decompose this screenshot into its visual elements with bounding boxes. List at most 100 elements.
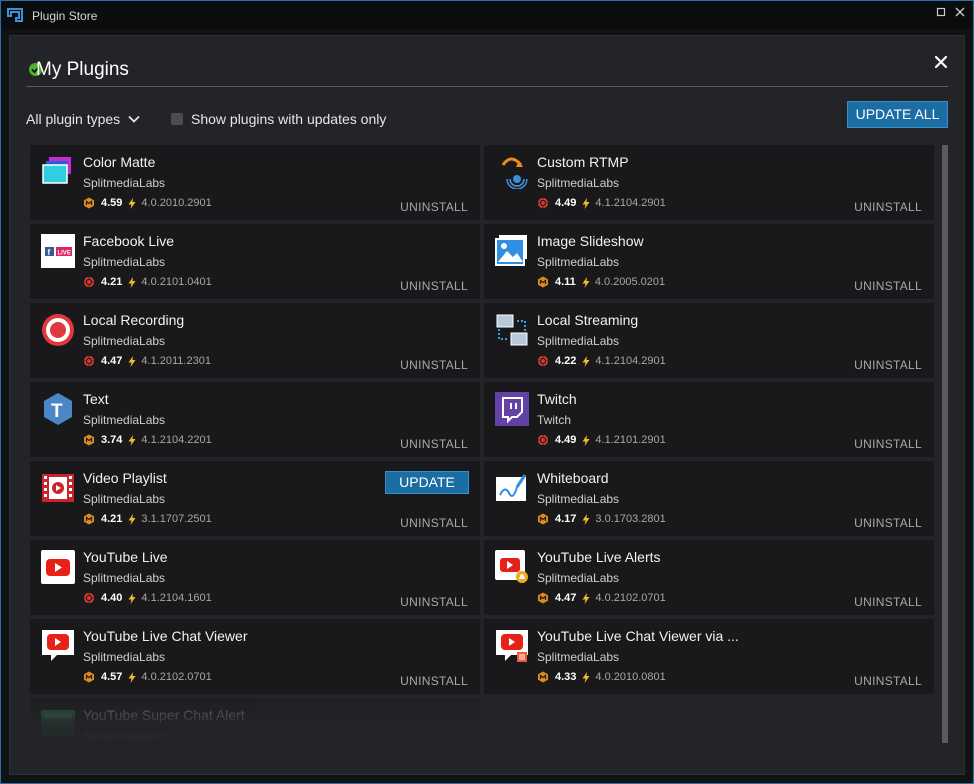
update-all-button[interactable]: UPDATE ALL	[847, 101, 948, 128]
window-title: Plugin Store	[32, 9, 98, 23]
updates-only-label[interactable]: Show plugins with updates only	[191, 111, 386, 127]
color-matte-icon	[41, 155, 75, 189]
plugin-name: Facebook Live	[83, 233, 175, 249]
plugin-version: 4.1.2104.2901	[595, 355, 666, 367]
plugin-card[interactable]: Local Recording SplitmediaLabs 4.47 4.1.201…	[30, 303, 480, 378]
uninstall-button[interactable]: UNINSTALL	[854, 674, 922, 688]
custom-rtmp-icon	[495, 155, 529, 190]
plugin-card[interactable]: Whiteboard SplitmediaLabs 4.17 3.0.1703.280…	[484, 461, 934, 536]
image-slideshow-icon	[495, 234, 529, 268]
plugin-version: 3.0.1703.2801	[595, 513, 666, 525]
page-title: My Plugins	[36, 59, 129, 80]
whiteboard-icon	[495, 471, 529, 505]
plugin-developer: SplitmediaLabs	[537, 255, 620, 269]
plugin-meta: 4.22 4.1.2104.2901	[537, 354, 666, 368]
uninstall-button[interactable]: UNINSTALL	[400, 358, 468, 372]
plugin-card[interactable]: Image Slideshow SplitmediaLabs 4.11 4.0.200…	[484, 224, 934, 299]
plugin-rating: 4.47	[101, 355, 123, 367]
plugin-name: YouTube Super Chat Alert	[83, 707, 245, 723]
plugin-name: Local Streaming	[537, 312, 639, 328]
plugin-meta: 4.59 4.0.2010.2901	[83, 196, 212, 210]
plugin-card[interactable]: YouTube Live SplitmediaLabs 4.40 4.1.2104.1…	[30, 540, 480, 615]
plugin-version: 4.1.2101.2901	[595, 434, 666, 446]
plugin-card[interactable]: Custom RTMP SplitmediaLabs 4.49 4.1.2104.29…	[484, 145, 934, 220]
uninstall-button[interactable]: UNINSTALL	[400, 437, 468, 451]
lightning-icon	[128, 355, 136, 367]
plugin-version: 4.1.2104.1601	[141, 592, 212, 604]
plugin-meta: 4.47 4.0.2102.0701	[537, 591, 666, 605]
updates-only-checkbox[interactable]	[171, 113, 183, 125]
lightning-icon	[128, 197, 136, 209]
youtube-live-icon	[41, 550, 75, 584]
uninstall-button[interactable]: UNINSTALL	[854, 595, 922, 609]
uninstall-button[interactable]: UNINSTALL	[400, 516, 468, 530]
community-badge-icon	[537, 671, 549, 683]
uninstall-button[interactable]: UNINSTALL	[854, 279, 922, 293]
plugin-card[interactable]: Twitch Twitch 4.49 4.1.2101.2901 UNINSTALL	[484, 382, 934, 457]
lightning-icon	[128, 434, 136, 446]
plugin-meta: 4.21 4.0.2101.0401	[83, 275, 212, 289]
video-playlist-icon	[41, 471, 75, 505]
plugin-meta: 4.47 4.1.2011.2301	[83, 354, 211, 368]
plugin-developer: Twitch	[537, 413, 572, 427]
plugin-meta: 4.11 4.0.2005.0201	[537, 275, 665, 289]
plugin-card[interactable]: T Text SplitmediaLabs 3.74 4.1.2104.2201 UNIN…	[30, 382, 480, 457]
plugin-card[interactable]: Local Streaming SplitmediaLabs 4.22 4.1.210…	[484, 303, 934, 378]
uninstall-button[interactable]: UNINSTALL	[400, 200, 468, 214]
plugin-type-dropdown[interactable]: All plugin types	[26, 111, 140, 127]
close-panel-icon[interactable]	[933, 54, 949, 70]
uninstall-button[interactable]: UNINSTALL	[854, 516, 922, 530]
scrollbar-thumb[interactable]	[942, 145, 948, 743]
lightning-icon	[582, 276, 590, 288]
lightning-icon	[128, 513, 136, 525]
plugin-card[interactable]: YouTube Live Alerts SplitmediaLabs 4.47 4.0…	[484, 540, 934, 615]
plugin-grid: Color Matte SplitmediaLabs 4.59 4.0.2010.29…	[30, 145, 934, 745]
plugin-rating: 4.49	[555, 197, 577, 209]
plugin-name: Local Recording	[83, 312, 185, 328]
plugin-version: 4.0.2010.0801	[595, 671, 666, 683]
text-plugin-icon: T	[41, 392, 75, 426]
title-bar[interactable]: Plugin Store	[1, 1, 973, 29]
plugin-name: YouTube Live	[83, 549, 168, 565]
community-badge-icon	[537, 513, 549, 525]
lightning-icon	[582, 197, 590, 209]
uninstall-button[interactable]: UNINSTALL	[400, 279, 468, 293]
plugin-developer: SplitmediaLabs	[537, 334, 620, 348]
plugin-developer: SplitmediaLabs	[537, 492, 620, 506]
uninstall-button[interactable]: UNINSTALL	[854, 200, 922, 214]
plugin-rating: 4.21	[101, 513, 123, 525]
update-button[interactable]: UPDATE	[385, 471, 469, 494]
local-recording-icon	[41, 313, 75, 347]
plugin-rating: 4.22	[555, 355, 577, 367]
maximize-icon[interactable]	[934, 7, 948, 21]
certified-badge-icon	[537, 434, 549, 446]
plugin-meta: 4.21 3.1.1707.2501	[83, 512, 212, 526]
svg-text:T: T	[51, 401, 63, 422]
plugin-version: 4.0.2102.0701	[141, 671, 212, 683]
window-close-icon[interactable]	[953, 7, 967, 21]
community-badge-icon	[83, 434, 95, 446]
community-badge-icon	[83, 197, 95, 209]
plugin-developer: SplitmediaLabs	[83, 334, 166, 348]
plugin-version: 4.0.2102.0701	[595, 592, 666, 604]
community-badge-icon	[83, 671, 95, 683]
plugin-meta: 4.49 4.1.2104.2901	[537, 196, 666, 210]
plugin-version: 4.0.2101.0401	[141, 276, 212, 288]
plugin-card[interactable]: YouTube Live Chat Viewer SplitmediaLabs 4.…	[30, 619, 480, 694]
plugin-meta: 4.17 3.0.1703.2801	[537, 512, 666, 526]
plugin-card[interactable]: Color Matte SplitmediaLabs 4.59 4.0.2010.29…	[30, 145, 480, 220]
uninstall-button[interactable]: UNINSTALL	[400, 595, 468, 609]
plugin-name: Twitch	[537, 391, 577, 407]
plugin-rating: 4.40	[101, 592, 123, 604]
community-badge-icon	[537, 592, 549, 604]
uninstall-button[interactable]: UNINSTALL	[400, 674, 468, 688]
uninstall-button[interactable]: UNINSTALL	[854, 437, 922, 451]
community-badge-icon	[83, 513, 95, 525]
plugin-name: YouTube Live Chat Viewer	[83, 628, 248, 644]
community-badge-icon	[537, 276, 549, 288]
plugin-card[interactable]: f LIVE Facebook Live SplitmediaLabs 4.21 4.0.…	[30, 224, 480, 299]
plugin-card[interactable]: YouTube Super Chat Alert SplitmediaLabs	[30, 698, 480, 745]
uninstall-button[interactable]: UNINSTALL	[854, 358, 922, 372]
plugin-card[interactable]: YouTube Live Chat Viewer via ... Splitmed…	[484, 619, 934, 694]
plugin-name: Whiteboard	[537, 470, 609, 486]
